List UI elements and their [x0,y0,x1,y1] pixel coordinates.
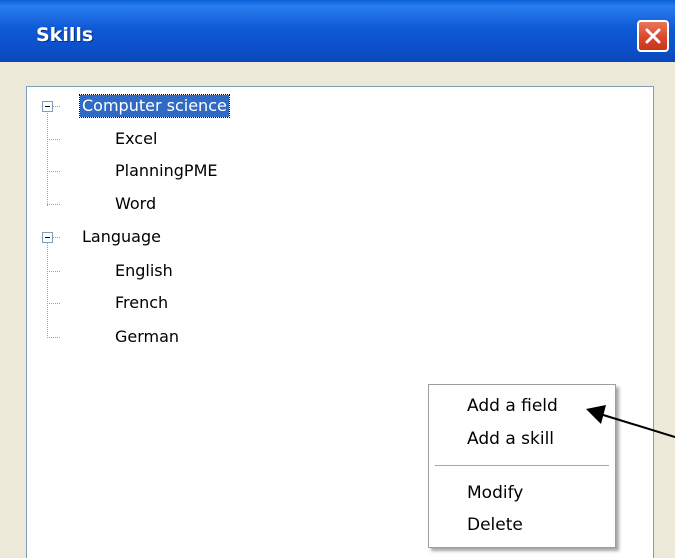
skills-window: Skills Computer science Excel PlanningPM… [0,0,675,558]
arrow-icon [586,405,675,438]
